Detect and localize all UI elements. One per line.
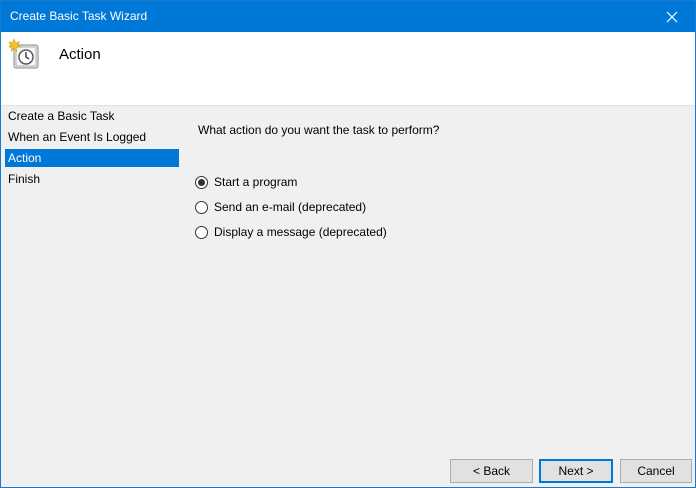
- back-button[interactable]: < Back: [450, 459, 533, 483]
- sidebar-item-action[interactable]: Action: [5, 149, 179, 167]
- wizard-header: Action: [1, 32, 695, 106]
- action-question: What action do you want the task to perf…: [198, 123, 440, 137]
- window-title: Create Basic Task Wizard: [10, 9, 148, 23]
- radio-display-message[interactable]: Display a message (deprecated): [195, 223, 387, 241]
- cancel-button[interactable]: Cancel: [620, 459, 692, 483]
- sidebar-item-create-basic-task[interactable]: Create a Basic Task: [5, 107, 179, 125]
- wizard-content: What action do you want the task to perf…: [181, 107, 695, 447]
- radio-selected-icon[interactable]: [195, 175, 208, 189]
- radio-start-program[interactable]: Start a program: [195, 173, 297, 191]
- radio-label-send-email: Send an e-mail (deprecated): [214, 200, 367, 214]
- sidebar-item-finish[interactable]: Finish: [5, 170, 179, 188]
- title-bar[interactable]: Create Basic Task Wizard: [1, 1, 695, 32]
- radio-send-email[interactable]: Send an e-mail (deprecated): [195, 198, 366, 216]
- sidebar-item-when-event-logged[interactable]: When an Event Is Logged: [5, 128, 179, 146]
- radio-unselected-icon[interactable]: [195, 200, 208, 214]
- close-button[interactable]: [649, 1, 695, 32]
- page-title: Action: [59, 46, 101, 63]
- radio-unselected-icon[interactable]: [195, 225, 208, 239]
- close-icon: [666, 11, 678, 22]
- radio-label-start-program: Start a program: [214, 175, 298, 189]
- next-button[interactable]: Next >: [539, 459, 613, 483]
- wizard-steps-sidebar: Create a Basic Task When an Event Is Log…: [1, 107, 181, 487]
- radio-label-display-message: Display a message (deprecated): [214, 225, 387, 239]
- wizard-window: Create Basic Task Wizard Action Create a…: [0, 0, 696, 488]
- task-scheduler-clock-icon: [9, 38, 39, 69]
